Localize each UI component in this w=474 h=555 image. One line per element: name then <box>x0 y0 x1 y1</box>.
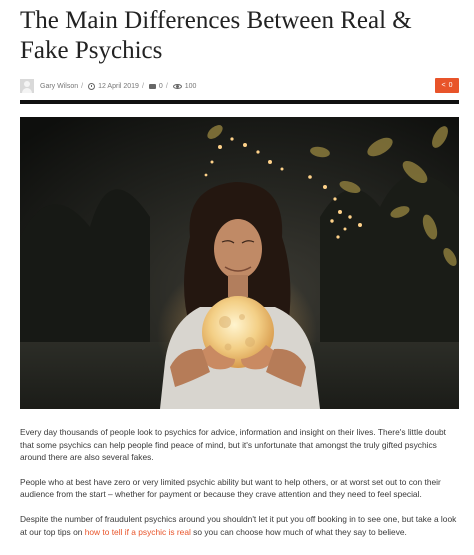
title-divider <box>20 100 459 104</box>
meta-separator: / <box>141 82 144 90</box>
user-avatar-icon <box>20 79 34 93</box>
article-meta: Gary Wilson / 12 April 2019 / 0 / 100 <box>20 76 460 96</box>
share-button[interactable]: < 0 <box>435 78 459 93</box>
featured-image <box>20 117 459 409</box>
psychic-real-link[interactable]: how to tell if a psychic is real <box>85 527 191 537</box>
article-paragraph: Despite the number of fraudulent psychic… <box>20 513 460 538</box>
view-count: 100 <box>184 82 197 90</box>
article-paragraph: People who at best have zero or very lim… <box>20 476 441 500</box>
author-link[interactable]: Gary Wilson <box>40 83 78 90</box>
clock-icon <box>88 82 96 90</box>
article-title: The Main Differences Between Real & Fake… <box>20 7 412 64</box>
article-paragraph: Every day thousands of people look to ps… <box>20 427 447 463</box>
eye-icon <box>172 83 182 89</box>
comment-count[interactable]: 0 <box>159 83 163 90</box>
meta-separator: / <box>165 82 168 90</box>
post-date: 12 April 2019 <box>98 82 139 90</box>
article-body: Every day thousands of people look to ps… <box>20 426 460 550</box>
meta-separator: / <box>81 82 84 90</box>
paragraph-text: so you can choose how much of what they … <box>190 526 407 537</box>
featured-image-illustration <box>20 117 459 409</box>
comment-icon <box>148 83 156 89</box>
share-count: 0 <box>448 82 453 89</box>
share-icon: < <box>441 82 446 89</box>
